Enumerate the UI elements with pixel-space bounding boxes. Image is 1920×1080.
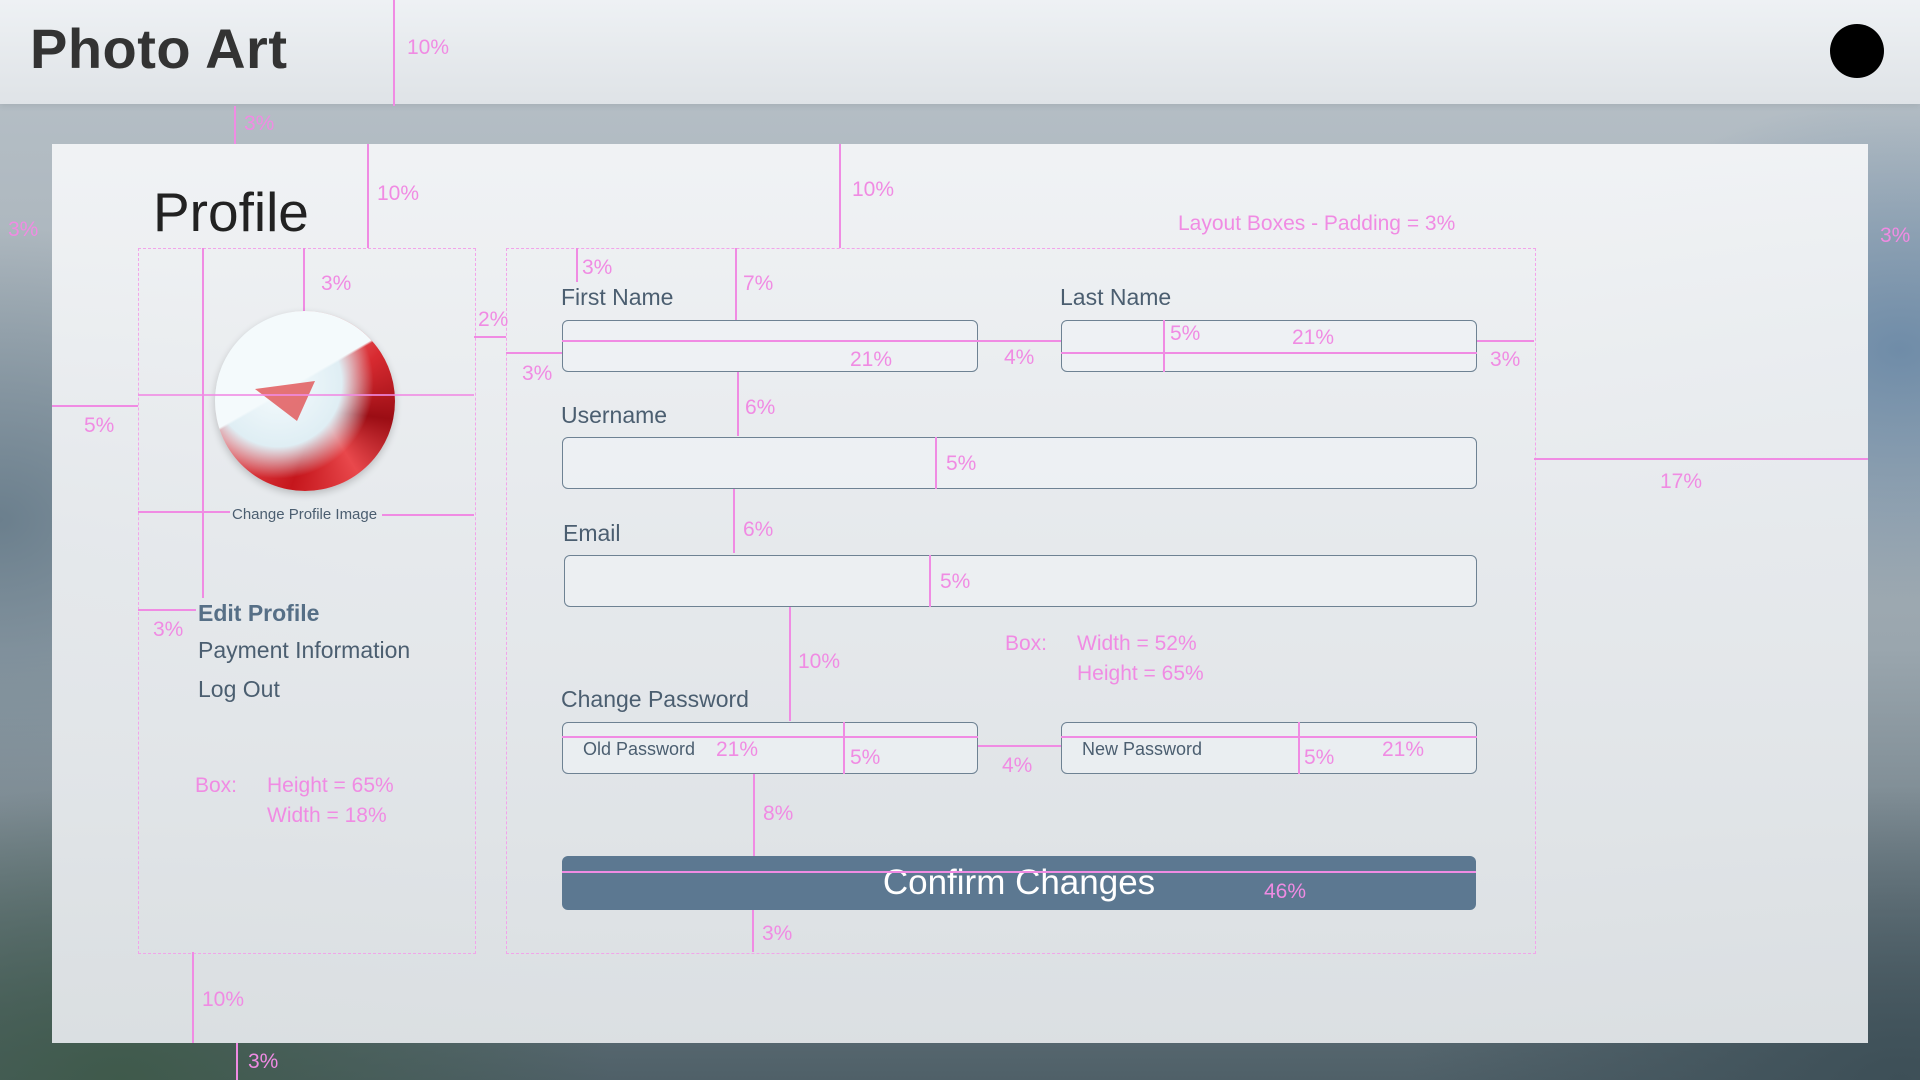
change-password-label: Change Password [561, 686, 749, 712]
guide-label: 7% [743, 272, 774, 295]
guide-label: 10% [202, 988, 245, 1011]
guide-line [192, 952, 194, 1043]
guide-label: 5% [84, 414, 115, 437]
guide-label: 17% [1660, 470, 1703, 493]
guide-line [737, 372, 739, 436]
guide-line [562, 736, 978, 738]
layout-note: Layout Boxes - Padding = 3% [1178, 212, 1456, 235]
guide-label: 5% [850, 746, 881, 769]
guide-label: 3% [1880, 224, 1911, 247]
old-password-field[interactable]: Old Password [562, 722, 978, 774]
guide-line [753, 774, 755, 856]
app-title: Photo Art [30, 17, 288, 80]
guide-line [562, 340, 978, 342]
box-note-prefix: Box: [1005, 632, 1048, 655]
guide-line [929, 555, 931, 607]
username-field[interactable] [562, 437, 1477, 489]
guide-line [1061, 352, 1477, 354]
box-note-line: Height = 65% [267, 774, 394, 797]
guide-label: 46% [1264, 880, 1307, 903]
guide-label: 3% [522, 362, 553, 385]
top-bar [0, 0, 1920, 104]
guide-line [382, 514, 474, 516]
guide-line [562, 871, 1476, 873]
guide-label: 5% [946, 452, 977, 475]
guide-line [138, 609, 196, 611]
page-title: Profile [153, 181, 309, 243]
box-note-line: Height = 65% [1077, 662, 1204, 685]
guide-label: 6% [745, 396, 776, 419]
guide-line [576, 248, 578, 282]
profile-image[interactable] [215, 311, 395, 491]
guide-label: 3% [244, 112, 275, 135]
guide-label: 21% [1292, 326, 1335, 349]
email-label: Email [563, 520, 621, 546]
guide-label: 3% [153, 618, 184, 641]
guide-label: 3% [762, 922, 793, 945]
sidebar-item-edit-profile[interactable]: Edit Profile [198, 600, 319, 627]
guide-line [234, 106, 236, 144]
user-avatar-icon[interactable] [1830, 24, 1884, 78]
guide-label: 10% [407, 36, 450, 59]
guide-line [1534, 458, 1868, 460]
guide-label: 6% [743, 518, 774, 541]
guide-label: 5% [1170, 322, 1201, 345]
guide-line [789, 607, 791, 721]
guide-label: 3% [321, 272, 352, 295]
guide-label: 10% [798, 650, 841, 673]
guide-line [393, 0, 395, 106]
box-note-line: Width = 52% [1077, 632, 1197, 655]
guide-label: 3% [1490, 348, 1521, 371]
guide-label: 10% [377, 182, 420, 205]
guide-line [978, 745, 1062, 747]
guide-label: 21% [850, 348, 893, 371]
sidebar-item-payment-information[interactable]: Payment Information [198, 637, 410, 664]
guide-label: 21% [1382, 738, 1425, 761]
guide-line [202, 248, 204, 598]
guide-line [506, 352, 562, 354]
guide-line [367, 144, 369, 248]
guide-line [52, 405, 138, 407]
guide-line [733, 489, 735, 553]
guide-line [1298, 722, 1300, 774]
box-note-line: Width = 18% [267, 804, 387, 827]
guide-label: 4% [1004, 346, 1035, 369]
guide-label: 5% [940, 570, 971, 593]
last-name-label: Last Name [1060, 284, 1172, 310]
guide-label: 21% [716, 738, 759, 761]
first-name-label: First Name [561, 284, 674, 310]
guide-label: 4% [1002, 754, 1033, 777]
last-name-field[interactable] [1061, 320, 1477, 372]
guide-line [138, 394, 474, 396]
guide-line [1163, 320, 1165, 372]
guide-line [978, 340, 1062, 342]
box-note-prefix: Box: [195, 774, 238, 797]
change-profile-image-link[interactable]: Change Profile Image [232, 506, 377, 523]
guide-line [1477, 340, 1534, 342]
username-label: Username [561, 402, 668, 428]
guide-line [236, 1043, 238, 1080]
first-name-field[interactable] [562, 320, 978, 372]
guide-label: 2% [478, 308, 509, 331]
guide-label: 3% [248, 1050, 279, 1073]
guide-line [935, 437, 937, 489]
guide-label: 3% [8, 218, 39, 241]
sidebar-item-log-out[interactable]: Log Out [198, 676, 280, 703]
confirm-changes-button[interactable]: Confirm Changes [562, 856, 1476, 910]
guide-line [735, 248, 737, 320]
guide-line [843, 722, 845, 774]
guide-label: 5% [1304, 746, 1335, 769]
guide-line [752, 910, 754, 952]
guide-label: 10% [852, 178, 895, 201]
guide-label: 8% [763, 802, 794, 825]
email-field[interactable] [564, 555, 1477, 607]
guide-line [138, 511, 230, 513]
guide-line [474, 336, 506, 338]
guide-line [839, 144, 841, 248]
guide-label: 3% [582, 256, 613, 279]
